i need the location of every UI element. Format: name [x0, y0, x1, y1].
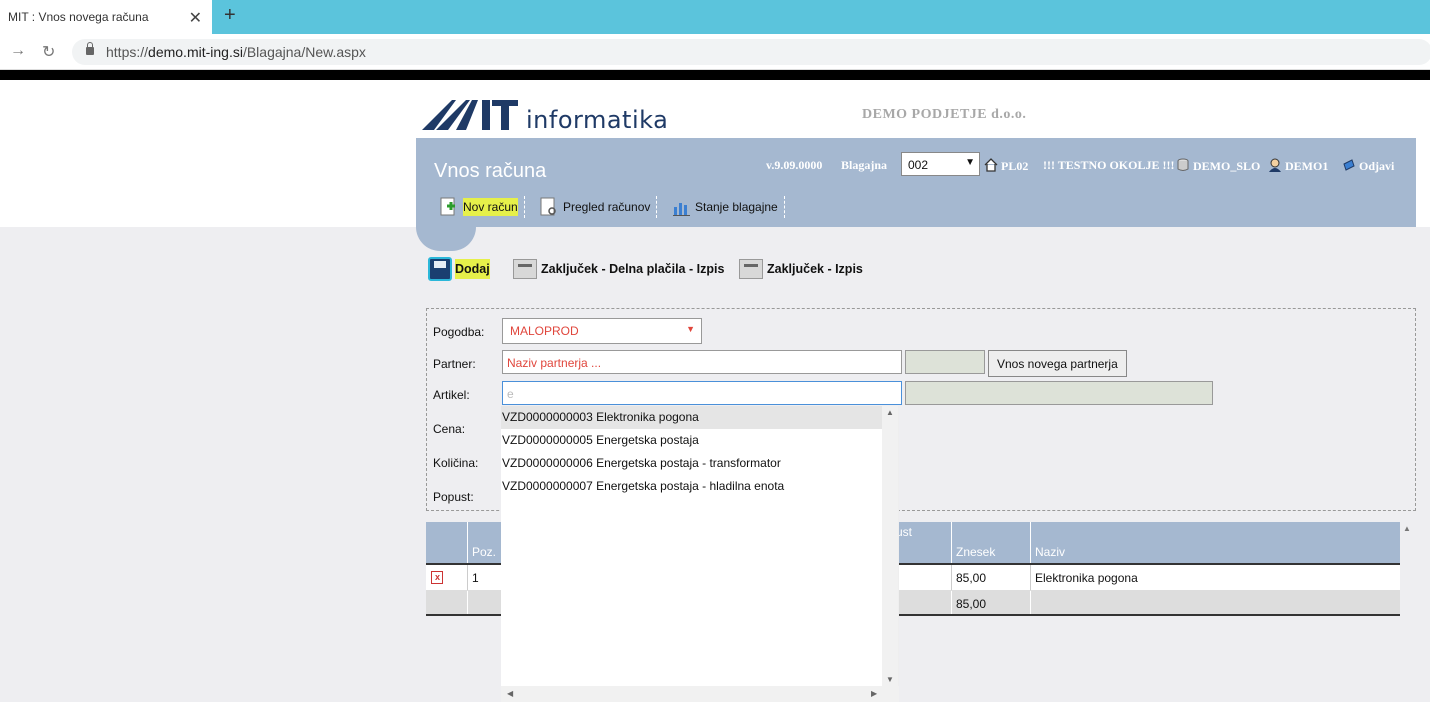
total-znesek: 85,00 — [956, 597, 987, 611]
url-prefix: https:// — [106, 44, 149, 60]
close-print-button[interactable]: Zaključek - Izpis — [739, 256, 863, 282]
pogodba-label: Pogodba: — [433, 325, 485, 339]
pogodba-select[interactable]: MALOPROD ▼ — [502, 318, 702, 344]
address-bar: → ↻ https://demo.mit-ing.si/Blagajna/New… — [0, 34, 1430, 70]
popust-label: Popust: — [433, 490, 474, 504]
artikel-label: Artikel: — [433, 388, 470, 402]
scroll-right-icon[interactable]: ▶ — [871, 689, 877, 698]
grid-scroll-up-icon[interactable]: ▲ — [1403, 524, 1411, 533]
lock-icon — [86, 42, 94, 55]
reload-icon[interactable]: ↻ — [42, 42, 55, 62]
add-button[interactable]: Dodaj — [428, 256, 490, 282]
url-path: /Blagajna/New.aspx — [242, 44, 366, 60]
page: informatika DEMO PODJETJE d.o.o. Vnos ra… — [0, 80, 1430, 702]
location-link[interactable]: PL02 — [984, 158, 1028, 174]
new-partner-button[interactable]: Vnos novega partnerja — [988, 350, 1127, 377]
user-icon — [1269, 158, 1281, 172]
browser-tab[interactable]: MIT : Vnos novega računa ✕ — [0, 0, 212, 34]
chevron-down-icon: ▼ — [965, 157, 975, 168]
artikel-value: e — [507, 387, 514, 401]
close-partial-button[interactable]: Zaključek - Delna plačila - Izpis — [513, 256, 724, 282]
blagajna-value: 002 — [908, 158, 929, 172]
row-naziv: Elektronika pogona — [1035, 571, 1138, 585]
close-tab-icon[interactable]: ✕ — [189, 8, 202, 28]
add-label: Dodaj — [455, 259, 490, 279]
list-item[interactable]: VZD0000000006 Energetska postaja - trans… — [501, 452, 883, 475]
logo-word: informatika — [526, 106, 669, 134]
printer-icon — [513, 259, 537, 279]
partner-input[interactable]: Naziv partnerja ... — [502, 350, 902, 374]
toolbar-label: Stanje blagajne — [695, 200, 778, 214]
scroll-left-icon[interactable]: ◀ — [507, 689, 513, 698]
pogodba-value: MALOPROD — [510, 324, 579, 338]
home-icon — [984, 158, 998, 172]
vertical-scrollbar[interactable]: ▲ ▼ — [882, 406, 898, 686]
toolbar-invoice-list[interactable]: Pregled računov — [540, 196, 658, 218]
logout-icon — [1343, 159, 1355, 171]
scroll-up-icon[interactable]: ▲ — [886, 408, 894, 417]
user-link[interactable]: DEMO1 — [1268, 158, 1328, 174]
col-naziv: Naziv — [1035, 545, 1066, 559]
list-item[interactable]: VZD0000000003 Elektronika pogona — [501, 406, 883, 429]
logout-link[interactable]: Odjavi — [1342, 158, 1394, 174]
app-header: Vnos računa v.9.09.0000 Blagajna 002 ▼ P… — [416, 138, 1416, 227]
row-znesek: 85,00 — [956, 571, 987, 585]
logout-text: Odjavi — [1359, 159, 1395, 173]
database-link[interactable]: DEMO_SLO — [1176, 158, 1260, 174]
list-item[interactable]: VZD0000000007 Energetska postaja - hladi… — [501, 475, 883, 498]
col-poz: Poz. — [472, 545, 497, 559]
forward-icon[interactable]: → — [10, 42, 26, 60]
divider-bar — [0, 70, 1430, 80]
save-icon — [428, 257, 452, 281]
col-znesek: Znesek — [956, 545, 996, 559]
url-field[interactable]: https://demo.mit-ing.si/Blagajna/New.asp… — [72, 39, 1430, 65]
page-title: Vnos računa — [434, 160, 547, 182]
url-domain: demo.mit-ing.si — [148, 44, 243, 60]
artikel-code-field — [905, 381, 1213, 405]
delete-row-icon[interactable]: x — [431, 571, 443, 584]
close-print-label: Zaključek - Izpis — [767, 262, 863, 276]
cena-label: Cena: — [433, 422, 466, 436]
user-text: DEMO1 — [1285, 159, 1329, 173]
bar-chart-icon — [672, 197, 690, 217]
printer-icon — [739, 259, 763, 279]
blagajna-select[interactable]: 002 ▼ — [901, 152, 980, 176]
partner-label: Partner: — [433, 357, 476, 371]
location-text: PL02 — [1001, 159, 1029, 173]
horizontal-scrollbar[interactable]: ◀ ▶ — [501, 686, 899, 702]
invoice-list-icon — [540, 197, 558, 217]
scroll-down-icon[interactable]: ▼ — [886, 675, 894, 684]
version-text: v.9.09.0000 — [766, 158, 823, 172]
mit-logo: informatika — [422, 96, 668, 134]
toolbar-label: Pregled računov — [563, 200, 651, 214]
mit-logo-icon — [422, 100, 518, 130]
partner-code-field — [905, 350, 985, 374]
environment-text: !!! TESTNO OKOLJE !!! — [1043, 158, 1175, 172]
database-text: DEMO_SLO — [1193, 159, 1261, 173]
toolbar-label: Nov račun — [463, 198, 518, 216]
blagajna-label: Blagajna — [841, 158, 888, 172]
chevron-down-icon: ▼ — [686, 324, 695, 334]
row-poz: 1 — [472, 571, 479, 585]
autocomplete-list: VZD0000000003 Elektronika pogona VZD0000… — [501, 406, 899, 702]
close-partial-label: Zaključek - Delna plačila - Izpis — [541, 262, 725, 276]
new-tab-button[interactable]: + — [224, 4, 236, 27]
kolicina-label: Količina: — [433, 456, 479, 470]
toolbar-new-invoice[interactable]: Nov račun — [440, 196, 525, 218]
toolbar-cash-status[interactable]: Stanje blagajne — [672, 196, 785, 218]
company-name: DEMO PODJETJE d.o.o. — [862, 107, 1027, 122]
tab-title: MIT : Vnos novega računa — [8, 10, 149, 24]
partner-placeholder: Naziv partnerja ... — [507, 356, 602, 370]
browser-tabbar: MIT : Vnos novega računa ✕ + — [0, 0, 1430, 34]
new-invoice-icon — [440, 197, 458, 217]
artikel-input[interactable]: e — [502, 381, 902, 405]
list-item[interactable]: VZD0000000005 Energetska postaja — [501, 429, 883, 452]
database-icon — [1177, 158, 1189, 171]
